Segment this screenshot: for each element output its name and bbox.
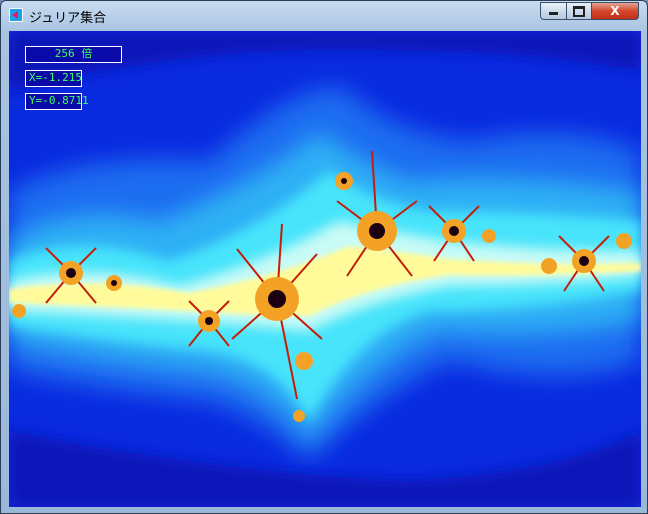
fractal-canvas[interactable]: 256 倍 X=-1.215 Y=-0.8711: [9, 31, 641, 507]
minimize-icon: [549, 12, 558, 15]
x-coordinate-display: X=-1.215: [25, 70, 82, 87]
julia-app-icon[interactable]: [9, 8, 23, 22]
title-bar[interactable]: ジュリア集合 X: [1, 1, 647, 30]
y-coordinate-display: Y=-0.8711: [25, 93, 89, 110]
window-title: ジュリア集合: [29, 11, 107, 26]
app-window: ジュリア集合 X 256 倍 X=-1.215 Y=-0.8711: [0, 0, 648, 514]
close-button[interactable]: X: [591, 2, 639, 20]
minimize-button[interactable]: [540, 2, 567, 20]
maximize-icon: [573, 6, 585, 17]
maximize-button[interactable]: [566, 2, 592, 20]
zoom-level-display: 256 倍: [25, 46, 122, 63]
julia-set-render: [9, 31, 641, 507]
